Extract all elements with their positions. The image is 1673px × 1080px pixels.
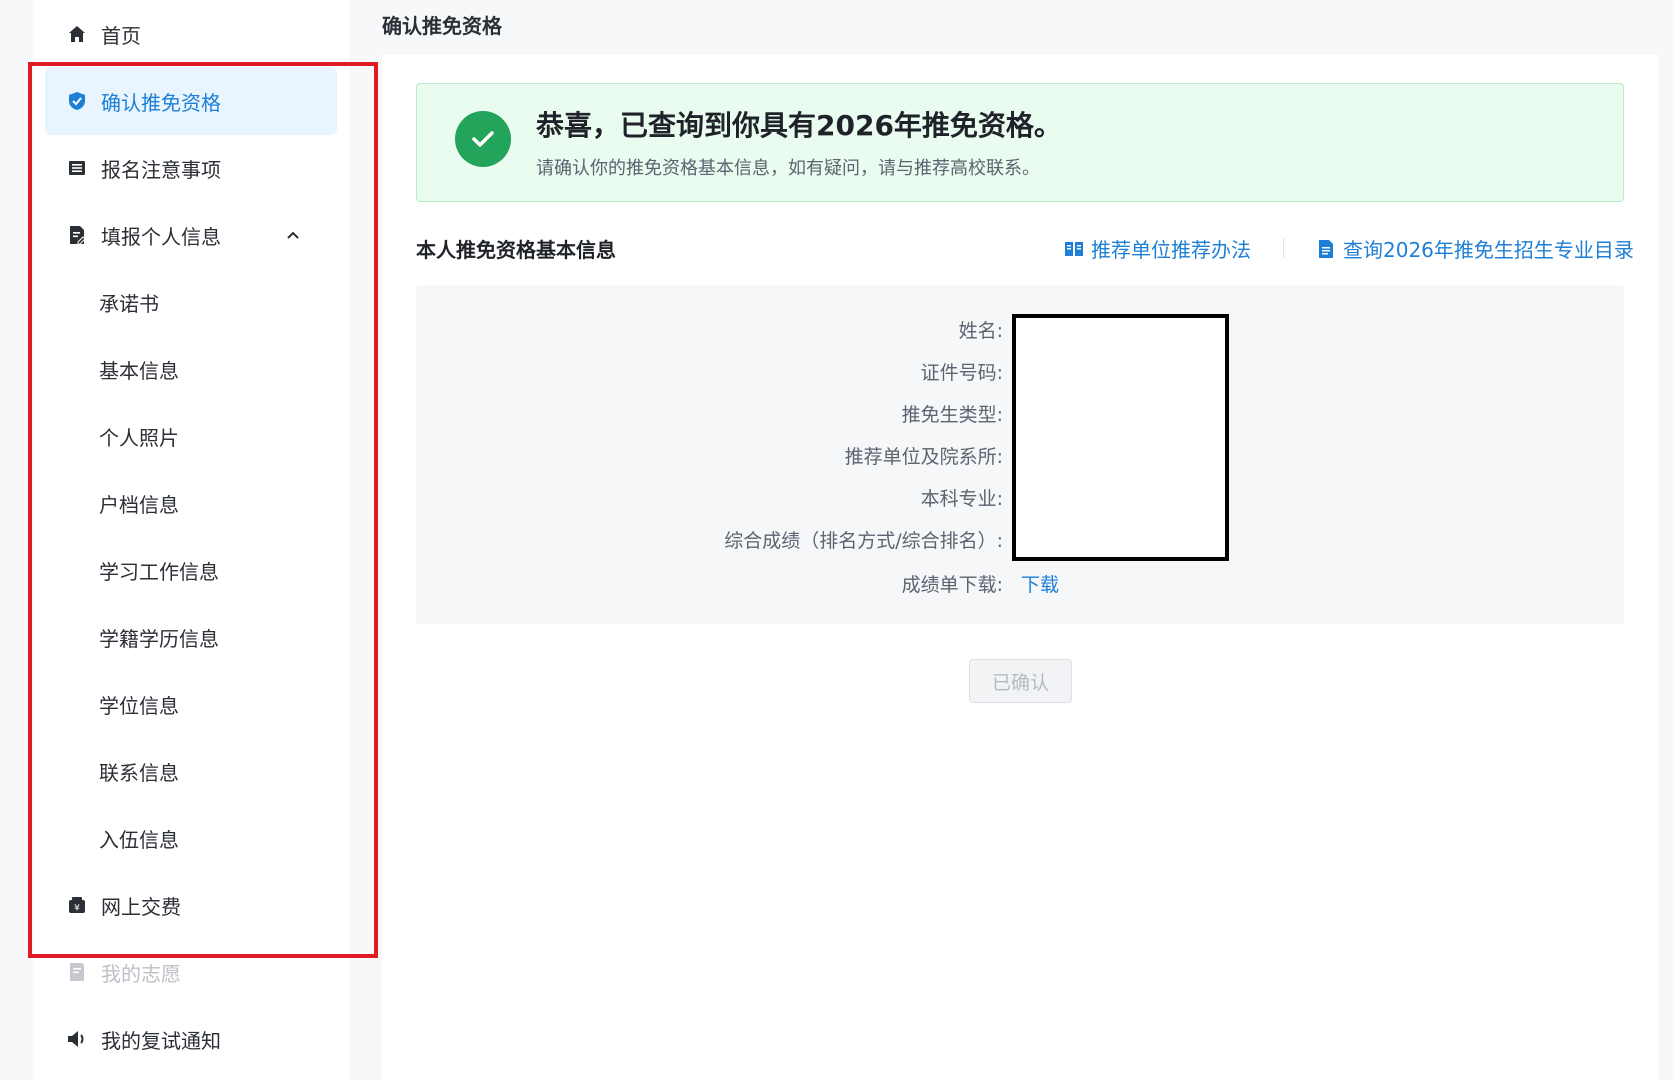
sidebar-item-label: 户档信息 (99, 492, 179, 517)
major-catalog-label: 查询2026年推免生招生专业目录 (1343, 238, 1634, 262)
sidebar-item-label: 基本信息 (99, 358, 179, 383)
success-banner: 恭喜，已查询到你具有2026年推免资格。 请确认你的推免资格基本信息，如有疑问，… (416, 83, 1624, 202)
sidebar-item-study-work[interactable]: 学习工作信息 (45, 536, 337, 604)
book-icon (1063, 238, 1085, 260)
field-label-score: 综合成绩（排名方式/综合排名）: (724, 530, 1003, 552)
sidebar-item-label: 我的志愿 (101, 961, 181, 986)
field-label-type: 推免生类型: (901, 404, 1003, 426)
sidebar-item-photo[interactable]: 个人照片 (45, 402, 337, 470)
svg-text:¥: ¥ (74, 904, 80, 914)
success-subtitle: 请确认你的推免资格基本信息，如有疑问，请与推荐高校联系。 (536, 158, 1040, 179)
sidebar-item-label: 报名注意事项 (101, 157, 221, 182)
recommendation-method-label: 推荐单位推荐办法 (1091, 238, 1251, 262)
document-icon (1315, 238, 1337, 260)
sidebar-item-label: 学位信息 (99, 693, 179, 718)
recommendation-method-link[interactable]: 推荐单位推荐办法 (1063, 234, 1251, 263)
sidebar-item-label: 我的复试通知 (101, 1028, 221, 1053)
home-icon (67, 24, 87, 44)
form-edit-icon (67, 225, 87, 245)
major-catalog-link[interactable]: 查询2026年推免生招生专业目录 (1315, 234, 1634, 263)
sidebar-item-personal-info[interactable]: 填报个人信息 (45, 201, 337, 269)
app-root: 首页 确认推免资格 报名注意事项 填报个人信息 承诺书 基本信息 个人照片 户档… (0, 0, 1673, 1080)
field-label-id-number: 证件号码: (920, 362, 1003, 384)
sidebar-item-label: 联系信息 (99, 760, 179, 785)
field-label-unit: 推荐单位及院系所: (844, 446, 1003, 468)
list-icon (67, 158, 87, 178)
sidebar-item-label: 入伍信息 (99, 827, 179, 852)
transcript-download-link[interactable]: 下载 (1021, 570, 1059, 597)
sidebar-item-label: 学籍学历信息 (99, 626, 219, 651)
sidebar-item-label: 填报个人信息 (101, 224, 221, 249)
sidebar-item-military[interactable]: 入伍信息 (45, 804, 337, 872)
chevron-up-icon[interactable] (283, 225, 303, 245)
sidebar-item-payment[interactable]: ¥ 网上交费 (45, 871, 337, 939)
sidebar-item-label: 确认推免资格 (101, 90, 221, 115)
link-divider (1283, 238, 1284, 258)
volunteer-doc-icon (67, 962, 87, 982)
sidebar-item-my-volunteer: 我的志愿 (45, 938, 337, 1006)
sidebar-item-retest-notice[interactable]: 我的复试通知 (45, 1005, 337, 1073)
sidebar-item-basic-info[interactable]: 基本信息 (45, 335, 337, 403)
section-title: 本人推免资格基本信息 (416, 238, 616, 262)
speaker-icon (67, 1029, 87, 1049)
sidebar-item-household[interactable]: 户档信息 (45, 469, 337, 537)
sidebar-item-label: 首页 (101, 23, 141, 48)
sidebar-item-home[interactable]: 首页 (45, 0, 337, 68)
shield-check-icon (67, 91, 87, 111)
sidebar-item-confirm-eligibility[interactable]: 确认推免资格 (45, 67, 337, 135)
sidebar-item-degree[interactable]: 学位信息 (45, 670, 337, 738)
field-label-name: 姓名: (958, 320, 1003, 342)
sidebar: 首页 确认推免资格 报名注意事项 填报个人信息 承诺书 基本信息 个人照片 户档… (33, 0, 349, 1080)
sidebar-item-label: 网上交费 (101, 894, 181, 919)
yuan-wallet-icon: ¥ (67, 895, 87, 915)
sidebar-item-enrollment[interactable]: 学籍学历信息 (45, 603, 337, 671)
page-title: 确认推免资格 (382, 14, 502, 38)
sidebar-item-pledge[interactable]: 承诺书 (45, 268, 337, 336)
field-label-major: 本科专业: (920, 488, 1003, 510)
sidebar-item-label: 学习工作信息 (99, 559, 219, 584)
sidebar-item-label: 承诺书 (99, 291, 159, 316)
sidebar-item-registration-notes[interactable]: 报名注意事项 (45, 134, 337, 202)
confirmed-button[interactable]: 已确认 (969, 659, 1072, 703)
success-title: 恭喜，已查询到你具有2026年推免资格。 (536, 109, 1062, 142)
sidebar-item-contact[interactable]: 联系信息 (45, 737, 337, 805)
field-label-transcript: 成绩单下载: (901, 574, 1003, 596)
sidebar-item-label: 个人照片 (99, 425, 179, 450)
success-check-icon (455, 111, 511, 167)
redacted-values-box (1012, 314, 1229, 561)
